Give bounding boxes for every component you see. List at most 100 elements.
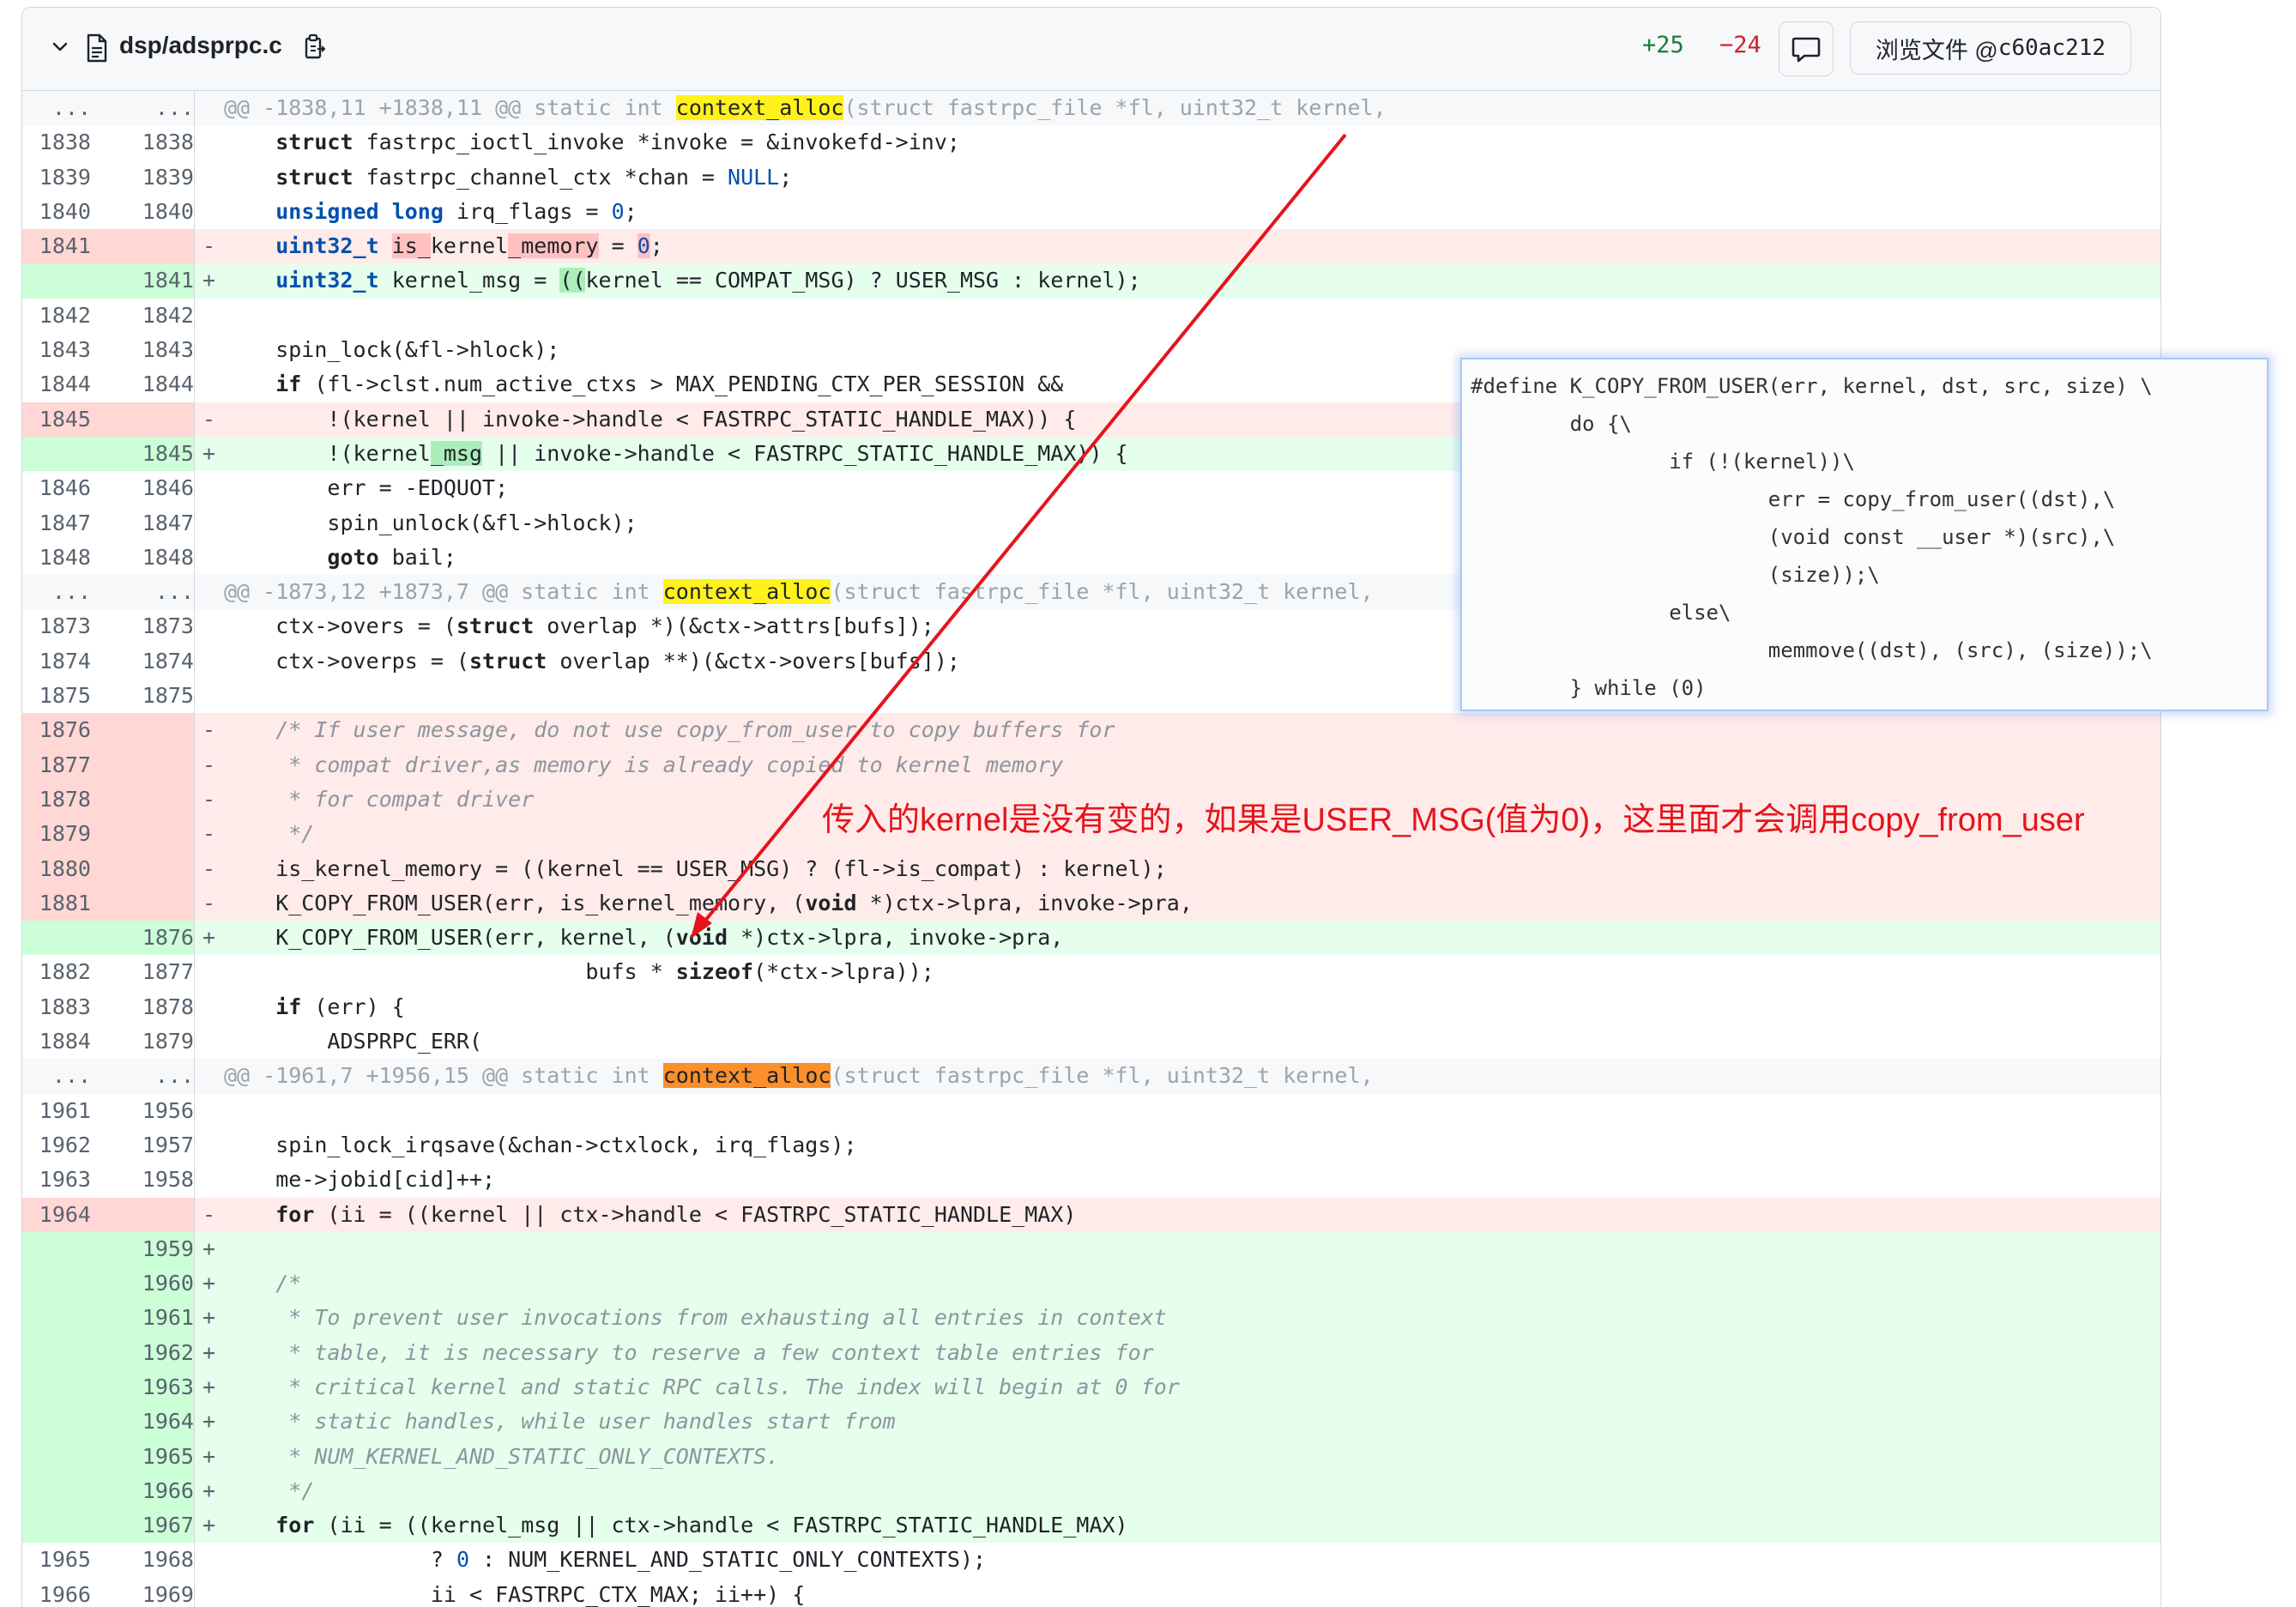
old-line-number[interactable]: ...	[22, 1059, 91, 1093]
new-line-number[interactable]	[108, 782, 194, 817]
diff-table: ...... @@ -1838,11 +1838,11 @@ static int…	[22, 91, 2160, 1607]
old-line-number[interactable]: 1878	[22, 782, 91, 817]
old-line-number[interactable]: 1839	[22, 160, 91, 195]
new-line-number[interactable]: 1842	[108, 299, 194, 333]
new-line-number[interactable]	[108, 229, 194, 263]
new-line-number[interactable]: 1956	[108, 1094, 194, 1128]
new-line-number[interactable]	[108, 1198, 194, 1232]
new-line-number[interactable]	[108, 748, 194, 782]
new-line-number[interactable]: 1874	[108, 644, 194, 679]
file-path[interactable]: dsp/adsprpc.c	[119, 28, 282, 63]
old-line-number[interactable]: 1882	[22, 955, 91, 989]
old-line-number[interactable]: 1848	[22, 541, 91, 575]
new-line-number[interactable]: 1878	[108, 990, 194, 1024]
old-line-number[interactable]: 1884	[22, 1024, 91, 1059]
old-line-number[interactable]	[22, 1440, 91, 1474]
old-line-number[interactable]: 1879	[22, 817, 91, 851]
new-line-number[interactable]: 1845	[108, 437, 194, 471]
old-line-number[interactable]	[22, 1405, 91, 1439]
old-line-number[interactable]: 1966	[22, 1578, 91, 1607]
new-line-number[interactable]: 1963	[108, 1370, 194, 1405]
old-line-number[interactable]: 1840	[22, 195, 91, 229]
old-line-number[interactable]: 1876	[22, 713, 91, 747]
old-line-number[interactable]: 1847	[22, 506, 91, 541]
deleted-line: 1841 - uint32_t is_kernel_memory = 0;	[22, 229, 2160, 264]
new-line-number[interactable]: 1962	[108, 1336, 194, 1370]
new-line-number[interactable]: 1847	[108, 506, 194, 541]
old-line-number[interactable]: 1838	[22, 125, 91, 160]
new-line-number[interactable]	[108, 402, 194, 437]
new-line-number[interactable]: 1844	[108, 367, 194, 402]
new-line-number[interactable]: ...	[108, 91, 194, 125]
new-line-number[interactable]	[108, 817, 194, 851]
old-line-number[interactable]: 1873	[22, 609, 91, 643]
new-line-number[interactable]: 1966	[108, 1474, 194, 1508]
old-line-number[interactable]: 1874	[22, 644, 91, 679]
new-line-number[interactable]: 1968	[108, 1543, 194, 1577]
old-line-number[interactable]: 1875	[22, 679, 91, 713]
copy-icon[interactable]	[304, 33, 326, 61]
new-line-number[interactable]: 1839	[108, 160, 194, 195]
new-line-number[interactable]: 1848	[108, 541, 194, 575]
old-line-number[interactable]	[22, 1301, 91, 1335]
old-line-number[interactable]: 1841	[22, 229, 91, 263]
new-line-number[interactable]: 1840	[108, 195, 194, 229]
old-line-number[interactable]	[22, 1232, 91, 1266]
new-line-number[interactable]: 1877	[108, 955, 194, 989]
file-icon	[87, 33, 107, 63]
new-line-number[interactable]	[108, 713, 194, 747]
new-line-number[interactable]: 1958	[108, 1163, 194, 1197]
new-line-number[interactable]: 1841	[108, 263, 194, 298]
new-line-number[interactable]: ...	[108, 575, 194, 609]
old-line-number[interactable]: 1880	[22, 852, 91, 886]
old-line-number[interactable]	[22, 1266, 91, 1301]
new-line-number[interactable]: 1838	[108, 125, 194, 160]
old-line-number[interactable]: 1843	[22, 333, 91, 367]
new-line-number[interactable]: 1875	[108, 679, 194, 713]
new-line-number[interactable]: 1957	[108, 1128, 194, 1163]
old-line-number[interactable]: 1844	[22, 367, 91, 402]
diff-marker: -	[202, 1201, 216, 1227]
old-line-number[interactable]	[22, 1336, 91, 1370]
new-line-number[interactable]: 1843	[108, 333, 194, 367]
new-line-number[interactable]: 1964	[108, 1405, 194, 1439]
code-text: !(kernel_msg || invoke->handle < FASTRPC…	[224, 440, 1128, 466]
old-line-number[interactable]: 1883	[22, 990, 91, 1024]
new-line-number[interactable]: 1846	[108, 471, 194, 505]
old-line-number[interactable]: 1846	[22, 471, 91, 505]
old-line-number[interactable]: ...	[22, 91, 91, 125]
old-line-number[interactable]	[22, 921, 91, 955]
new-line-number[interactable]: 1965	[108, 1440, 194, 1474]
new-line-number[interactable]: ...	[108, 1059, 194, 1093]
old-line-number[interactable]: 1845	[22, 402, 91, 437]
old-line-number[interactable]: 1842	[22, 299, 91, 333]
new-line-number[interactable]	[108, 852, 194, 886]
new-line-number[interactable]: 1967	[108, 1508, 194, 1543]
new-line-number[interactable]: 1959	[108, 1232, 194, 1266]
old-line-number[interactable]: ...	[22, 575, 91, 609]
new-line-number[interactable]: 1961	[108, 1301, 194, 1335]
new-line-number[interactable]: 1969	[108, 1578, 194, 1607]
new-line-number[interactable]: 1960	[108, 1266, 194, 1301]
old-line-number[interactable]: 1961	[22, 1094, 91, 1128]
old-line-number[interactable]	[22, 1508, 91, 1543]
old-line-number[interactable]: 1962	[22, 1128, 91, 1163]
code-text: @@ -1873,12 +1873,7 @@ static int contex…	[224, 579, 1374, 605]
comment-button[interactable]	[1779, 21, 1834, 76]
old-line-number[interactable]	[22, 437, 91, 471]
code-text: K_COPY_FROM_USER(err, is_kernel_memory, …	[224, 890, 1193, 915]
old-line-number[interactable]: 1963	[22, 1163, 91, 1197]
new-line-number[interactable]: 1873	[108, 609, 194, 643]
new-line-number[interactable]: 1876	[108, 921, 194, 955]
new-line-number[interactable]: 1879	[108, 1024, 194, 1059]
old-line-number[interactable]	[22, 1474, 91, 1508]
old-line-number[interactable]	[22, 263, 91, 298]
old-line-number[interactable]: 1877	[22, 748, 91, 782]
old-line-number[interactable]: 1881	[22, 886, 91, 921]
chevron-down-icon[interactable]	[51, 39, 69, 56]
new-line-number[interactable]	[108, 886, 194, 921]
old-line-number[interactable]: 1965	[22, 1543, 91, 1577]
old-line-number[interactable]	[22, 1370, 91, 1405]
old-line-number[interactable]: 1964	[22, 1198, 91, 1232]
browse-files-button[interactable]: 浏览文件 @ c60ac212	[1850, 21, 2131, 75]
